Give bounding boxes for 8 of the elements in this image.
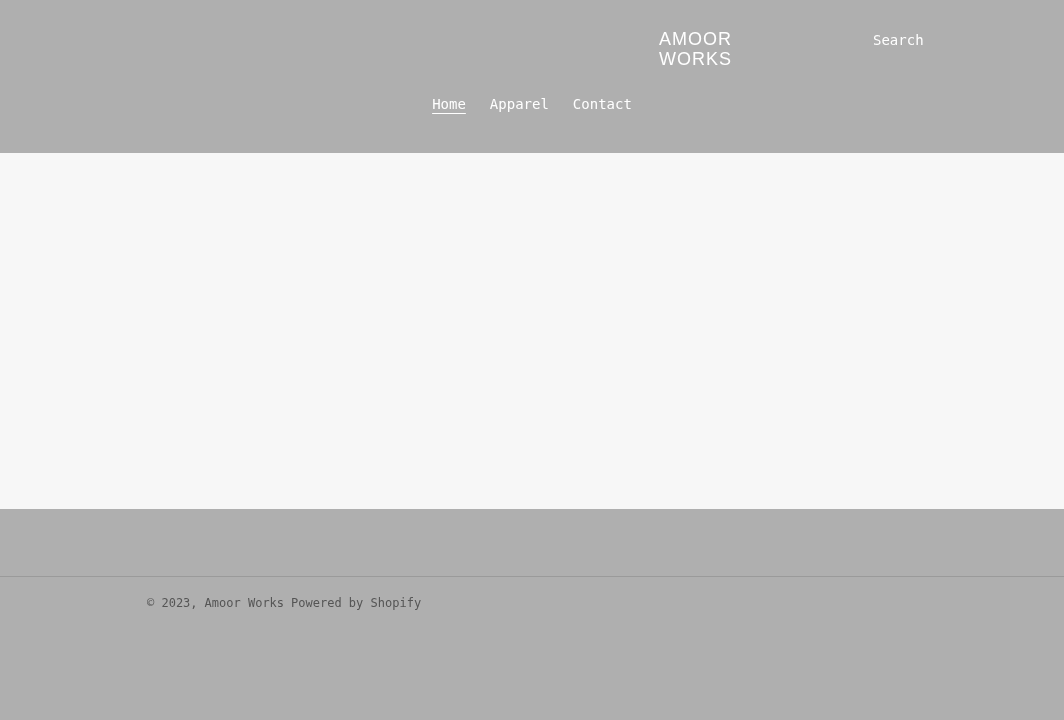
- search-link[interactable]: Search: [873, 30, 924, 51]
- powered-by-text: Powered by Shopify: [291, 595, 422, 612]
- store-logo[interactable]: AMOOR WORKS: [659, 29, 739, 69]
- copyright-text: © 2023,: [147, 595, 198, 612]
- nav-link[interactable]: Apparel: [489, 94, 549, 114]
- nav-link[interactable]: Contact: [572, 94, 632, 114]
- shop-link[interactable]: Amoor Works: [204, 594, 285, 612]
- nav-link[interactable]: Home: [432, 94, 466, 114]
